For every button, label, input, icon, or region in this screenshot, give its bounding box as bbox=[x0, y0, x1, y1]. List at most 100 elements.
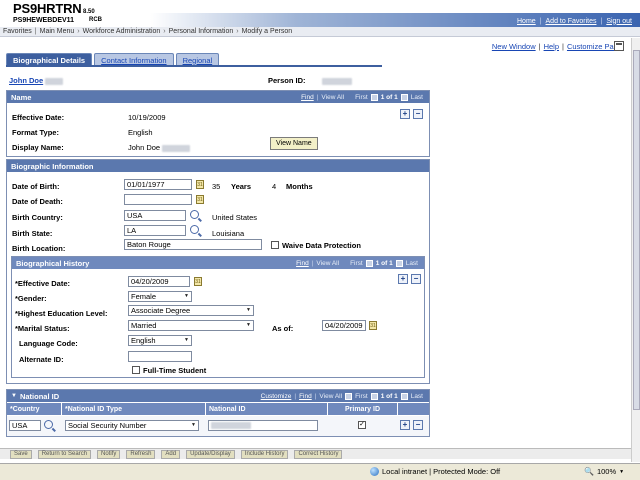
breadcrumb-favorites[interactable]: Favorites bbox=[3, 28, 32, 35]
calendar-icon[interactable]: 31 bbox=[196, 195, 204, 204]
first-label[interactable]: First bbox=[355, 94, 368, 101]
find-link[interactable]: Find bbox=[299, 393, 312, 400]
format-type-label: Format Type: bbox=[12, 128, 59, 137]
biographical-history-header: Biographical History Find | View All Fir… bbox=[12, 257, 424, 269]
view-all-link[interactable]: View All bbox=[319, 393, 342, 400]
find-link[interactable]: Find bbox=[301, 94, 314, 101]
alternate-id-label: Alternate ID: bbox=[19, 355, 64, 364]
first-label[interactable]: First bbox=[355, 393, 368, 400]
save-button[interactable]: Save bbox=[10, 449, 32, 459]
add-row-button[interactable]: + bbox=[400, 109, 410, 119]
magnifier-icon[interactable] bbox=[44, 420, 53, 429]
chevron-down-icon[interactable]: ▼ bbox=[619, 469, 624, 475]
new-window-link[interactable]: New Window bbox=[492, 42, 536, 51]
redacted-value bbox=[211, 422, 251, 429]
waive-data-protection-label: Waive Data Protection bbox=[282, 241, 361, 250]
return-to-search-button[interactable]: Return to Search bbox=[37, 449, 92, 459]
dob-input[interactable]: 01/01/1977 bbox=[124, 179, 192, 190]
first-label[interactable]: First bbox=[350, 260, 363, 267]
next-arrow-icon[interactable] bbox=[400, 392, 408, 400]
view-all-link[interactable]: View All bbox=[316, 260, 339, 267]
education-select[interactable]: Associate Degree bbox=[128, 305, 254, 316]
next-arrow-icon[interactable] bbox=[395, 259, 403, 267]
include-history-button[interactable]: Include History bbox=[240, 449, 289, 459]
magnifier-icon[interactable] bbox=[190, 210, 199, 219]
redacted-value bbox=[321, 77, 352, 85]
gender-select[interactable]: Female bbox=[128, 291, 192, 302]
age-years: 35 bbox=[212, 182, 221, 191]
calendar-icon[interactable]: 31 bbox=[196, 180, 204, 189]
update-display-button[interactable]: Update/Display bbox=[186, 449, 235, 459]
find-link[interactable]: Find bbox=[296, 260, 309, 267]
full-time-student-checkbox[interactable] bbox=[132, 366, 140, 374]
birth-location-input[interactable]: Baton Rouge bbox=[124, 239, 262, 250]
last-label[interactable]: Last bbox=[411, 393, 423, 400]
zoom-control[interactable]: 🔍 100% ▼ bbox=[584, 467, 624, 476]
row-count: 1 of 1 bbox=[375, 259, 393, 267]
prev-arrow-icon[interactable] bbox=[365, 259, 373, 267]
delete-row-button[interactable]: − bbox=[411, 274, 421, 284]
tab-underline bbox=[6, 65, 382, 67]
notify-button[interactable]: Notify bbox=[97, 449, 121, 459]
add-row-button[interactable]: + bbox=[398, 274, 408, 284]
display-name-label: Display Name: bbox=[12, 143, 64, 152]
delete-row-button[interactable]: − bbox=[413, 109, 423, 119]
alternate-id-input[interactable] bbox=[128, 351, 192, 362]
history-effective-date-input[interactable]: 04/20/2009 bbox=[128, 276, 190, 287]
marital-status-select[interactable]: Married bbox=[128, 320, 254, 331]
grid-icon[interactable] bbox=[345, 392, 353, 400]
last-label[interactable]: Last bbox=[411, 94, 423, 101]
breadcrumb-workforce[interactable]: Workforce Administration bbox=[83, 28, 161, 35]
globe-icon bbox=[370, 467, 379, 476]
scrollbar-thumb[interactable] bbox=[633, 50, 640, 410]
country-input[interactable]: USA bbox=[9, 420, 41, 431]
birth-location-label: Birth Location: bbox=[12, 244, 66, 253]
national-id-type-select[interactable]: Social Security Number bbox=[65, 420, 199, 431]
calendar-icon[interactable]: 31 bbox=[369, 321, 377, 330]
person-name[interactable]: John Doe bbox=[9, 76, 64, 85]
display-name-value: John Doe bbox=[128, 143, 191, 152]
collapse-icon[interactable]: ▼ bbox=[11, 393, 17, 399]
add-button[interactable]: Add bbox=[161, 449, 181, 459]
separator: | bbox=[34, 28, 37, 35]
as-of-input[interactable]: 04/20/2009 bbox=[322, 320, 366, 331]
help-link[interactable]: Help bbox=[544, 42, 559, 51]
waive-data-protection-checkbox[interactable] bbox=[271, 241, 279, 249]
window-icon[interactable] bbox=[614, 41, 624, 51]
breadcrumb-main-menu[interactable]: Main Menu bbox=[40, 28, 75, 35]
add-to-favorites-link[interactable]: Add to Favorites bbox=[546, 18, 597, 25]
database-name: PS9HEWEBDEV11 bbox=[13, 17, 75, 24]
language-code-select[interactable]: English bbox=[128, 335, 192, 346]
magnifier-icon[interactable] bbox=[190, 225, 199, 234]
redacted-value bbox=[45, 77, 64, 85]
last-label[interactable]: Last bbox=[406, 260, 418, 267]
calendar-icon[interactable]: 31 bbox=[194, 277, 202, 286]
dod-label: Date of Death: bbox=[12, 197, 63, 206]
delete-row-button[interactable]: − bbox=[413, 420, 423, 430]
view-all-link[interactable]: View All bbox=[321, 94, 344, 101]
birth-country-label: Birth Country: bbox=[12, 213, 63, 222]
birth-state-input[interactable]: LA bbox=[124, 225, 186, 236]
column-primary-id: Primary ID bbox=[328, 403, 398, 415]
vertical-scrollbar[interactable] bbox=[631, 38, 640, 462]
history-effective-date-label: *Effective Date: bbox=[15, 279, 71, 288]
next-arrow-icon[interactable] bbox=[400, 93, 408, 101]
refresh-button[interactable]: Refresh bbox=[126, 449, 156, 459]
birth-country-input[interactable]: USA bbox=[124, 210, 186, 221]
column-national-id: National ID bbox=[206, 403, 328, 415]
breadcrumb-personal-info[interactable]: Personal Information bbox=[169, 28, 234, 35]
view-name-button[interactable]: View Name bbox=[270, 137, 318, 150]
history-nav: Find | View All First 1 of 1 Last bbox=[296, 259, 418, 267]
sign-out-link[interactable]: Sign out bbox=[606, 18, 632, 25]
national-id-input[interactable] bbox=[208, 420, 318, 431]
home-link[interactable]: Home bbox=[517, 18, 536, 25]
prev-arrow-icon[interactable] bbox=[370, 93, 378, 101]
gender-label: *Gender: bbox=[15, 294, 47, 303]
customize-link[interactable]: Customize bbox=[261, 393, 292, 400]
utility-links: New Window | Help | Customize Page bbox=[491, 42, 622, 51]
prev-arrow-icon[interactable] bbox=[370, 392, 378, 400]
primary-id-checkbox[interactable]: ✓ bbox=[358, 421, 366, 429]
correct-history-button[interactable]: Correct History bbox=[294, 449, 343, 459]
dod-input[interactable] bbox=[124, 194, 192, 205]
add-row-button[interactable]: + bbox=[400, 420, 410, 430]
